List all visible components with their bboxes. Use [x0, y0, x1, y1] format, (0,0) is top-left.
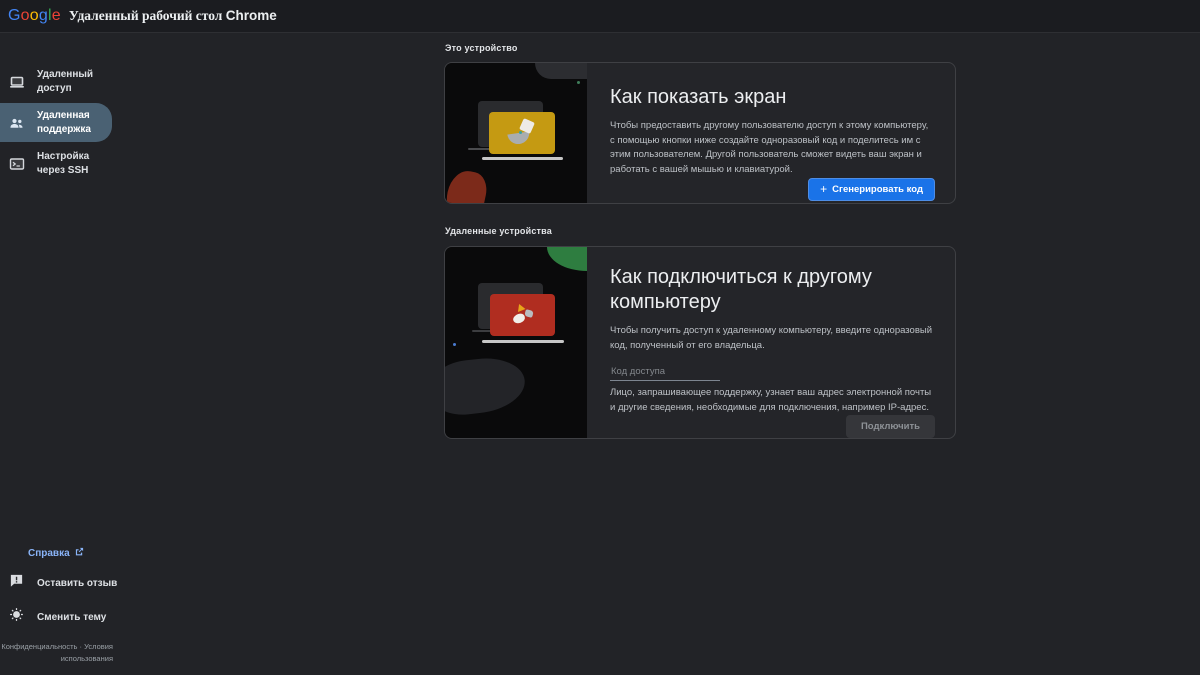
laptop-icon [9, 74, 25, 90]
sidebar-footer: Справка Оставить отзыв Сменить тему Конф… [0, 547, 140, 675]
card-body-text: Чтобы предоставить другому пользователю … [610, 119, 935, 178]
sidebar-item-ssh-setup[interactable]: Настройка через SSH [0, 144, 112, 183]
external-link-icon [75, 547, 84, 559]
card-title: Как подключиться к другому компьютеру [610, 265, 935, 315]
feedback-link[interactable]: Оставить отзыв [9, 573, 140, 593]
access-code-input[interactable] [610, 364, 720, 381]
feedback-icon [9, 573, 24, 593]
sidebar-item-label: Удаленный доступ [37, 68, 104, 95]
decorative-blob [445, 354, 528, 417]
decorative-dot [453, 343, 456, 346]
share-screen-card: Как показать экран Чтобы предоставить др… [444, 62, 956, 204]
generate-code-button[interactable]: + Сгенерировать код [808, 178, 935, 201]
top-app-bar: G o o g l e Удаленный рабочий стол Chrom… [0, 0, 1200, 33]
sidebar-item-label: Удаленная поддержка [37, 109, 104, 136]
laptop-base-shape [482, 340, 564, 343]
theme-toggle[interactable]: Сменить тему [9, 607, 140, 627]
help-link[interactable]: Справка [28, 547, 140, 559]
card-body-text: Чтобы получить доступ к удаленному компь… [610, 324, 935, 353]
desk-line [468, 148, 490, 150]
app-title: Удаленный рабочий стол Chrome [69, 8, 277, 24]
decorative-quarter-circle [547, 247, 587, 271]
decorative-dot [577, 81, 580, 84]
people-icon [9, 115, 25, 131]
terminal-icon [9, 156, 25, 172]
connect-content: Как подключиться к другому компьютеру Чт… [587, 247, 955, 438]
sidebar-item-label: Настройка через SSH [37, 150, 104, 177]
section-label-remote-devices: Удаленные устройства [445, 226, 552, 236]
connect-card: Как подключиться к другому компьютеру Чт… [444, 246, 956, 439]
decorative-blob [445, 168, 490, 203]
decorative-dot [519, 131, 522, 134]
sidebar-nav: Удаленный доступ Удаленная поддержка Нас… [0, 62, 112, 183]
privacy-link[interactable]: Конфиденциальность [1, 642, 77, 651]
card-title: Как показать экран [610, 85, 935, 110]
share-screen-illustration [445, 63, 587, 203]
share-screen-content: Как показать экран Чтобы предоставить др… [587, 63, 955, 203]
brightness-icon [9, 607, 24, 627]
separator: · [80, 642, 83, 651]
connect-illustration [445, 247, 587, 438]
privacy-note-text: Лицо, запрашивающее поддержку, узнает ва… [610, 386, 935, 415]
google-logo: G o o g l e [8, 7, 61, 25]
connect-button[interactable]: Подключить [846, 415, 935, 438]
decorative-blob [535, 63, 587, 79]
laptop-base-shape [482, 157, 563, 160]
section-label-this-device: Это устройство [445, 43, 518, 53]
sidebar-item-remote-support[interactable]: Удаленная поддержка [0, 103, 112, 142]
desk-line [472, 330, 492, 332]
legal-links: Конфиденциальность · Условия использован… [0, 641, 113, 665]
sidebar-item-remote-access[interactable]: Удаленный доступ [0, 62, 112, 101]
